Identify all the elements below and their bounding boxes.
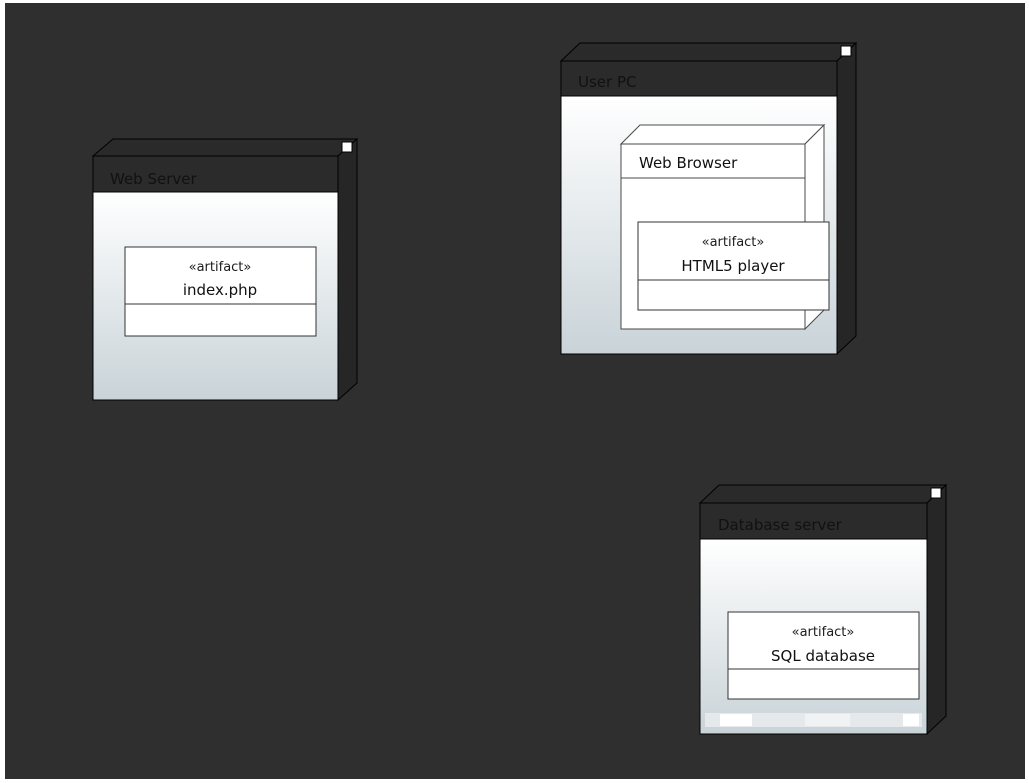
node-title: User PC: [578, 73, 636, 91]
deployment-diagram: Web Server «artifact» index.php User PC: [91, 41, 948, 736]
node-top-face: [619, 124, 826, 145]
node-web-browser[interactable]: Web Browser «artifact» HTML5 player: [619, 123, 830, 331]
node-database-server[interactable]: Database server «artifact» SQL database: [698, 483, 948, 736]
artifact-name: SQL database: [771, 647, 875, 665]
diagram-canvas: Web Server «artifact» index.php User PC: [5, 3, 1025, 779]
node-side-face: [337, 137, 358, 402]
artifact-index-php[interactable]: «artifact» index.php: [124, 246, 317, 337]
node-side-face: [926, 483, 947, 736]
node-top-face: [91, 138, 359, 157]
artifact-stereotype: «artifact»: [792, 625, 855, 640]
node-top-face: [559, 42, 858, 62]
node-web-server[interactable]: Web Server «artifact» index.php: [91, 137, 359, 402]
node-title: Web Browser: [639, 154, 738, 172]
artifact-sql-database[interactable]: «artifact» SQL database: [727, 611, 920, 700]
node-title: Web Server: [110, 170, 197, 188]
node-side-face: [836, 41, 857, 356]
collapse-icon[interactable]: [341, 141, 353, 153]
artifact-html5-player[interactable]: «artifact» HTML5 player: [637, 221, 830, 311]
node-top-face: [698, 484, 948, 504]
render-strip: [705, 713, 922, 727]
artifact-name: HTML5 player: [681, 257, 785, 275]
node-title: Database server: [718, 516, 843, 534]
node-user-pc[interactable]: User PC Web Browser «artifact» HTML5 pla…: [559, 41, 858, 356]
collapse-icon[interactable]: [930, 487, 942, 499]
artifact-stereotype: «artifact»: [702, 235, 765, 250]
artifact-name: index.php: [183, 281, 257, 299]
collapse-icon[interactable]: [840, 45, 852, 57]
artifact-stereotype: «artifact»: [189, 260, 252, 275]
